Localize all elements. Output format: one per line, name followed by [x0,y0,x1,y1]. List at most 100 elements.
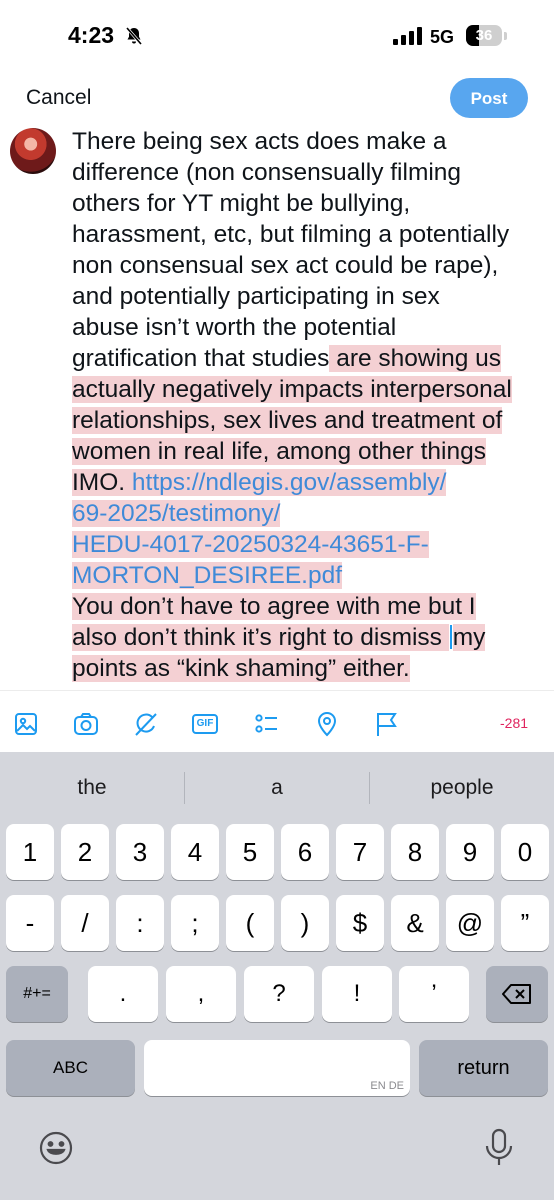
text-line: non consensual sex act could be rape), [72,250,548,281]
link-text[interactable]: 69-2025/testimony/ [72,500,281,527]
avatar[interactable] [10,128,56,174]
battery-level: 36 [475,27,493,44]
key-row3-4[interactable]: ’ [399,966,469,1022]
text-line: points as “kink shaming” either. [72,653,548,684]
text-segment: and potentially participating in sex [72,283,440,310]
selected-text: are showing us [329,345,502,372]
selected-text: also don’t think it’s right to dismiss [72,624,449,651]
key-row1-6[interactable]: 7 [336,824,384,880]
link-text[interactable]: HEDU-4017-20250324-43651-F- [72,531,429,558]
post-button[interactable]: Post [450,78,528,118]
key-row2-8[interactable]: @ [446,895,494,951]
key-row1-2[interactable]: 3 [116,824,164,880]
link-text[interactable]: https://ndlegis.gov/assembly/ [131,469,447,496]
key-row1-0[interactable]: 1 [6,824,54,880]
text-line: There being sex acts does make a [72,126,548,157]
cancel-button[interactable]: Cancel [26,86,91,110]
network-type: 5G [430,27,455,47]
key-row2-2[interactable]: : [116,895,164,951]
suggestion-1[interactable]: the [0,752,184,824]
key-row2-1[interactable]: / [61,895,109,951]
camera-icon[interactable] [72,710,100,738]
bell-muted-icon [125,27,143,45]
selected-text: actually negatively impacts interpersona… [72,376,512,403]
key-row1-3[interactable]: 4 [171,824,219,880]
divider [0,690,554,691]
text-cursor [449,625,452,649]
signal-icon [393,27,422,45]
keyboard: the a people 1234567890 - /:;() $ & @” #+= .… [0,752,554,1200]
text-segment: harassment, etc, but filming a potential… [72,221,510,248]
key-row3-1[interactable]: , [166,966,236,1022]
text-line: gratification that studies are showing u… [72,343,548,374]
tweet-text-editor[interactable]: There being sex acts does make a differen… [72,126,548,684]
text-segment: difference (non consensually filming [72,159,462,186]
poll-icon[interactable] [252,710,280,738]
key-row1-7[interactable]: 8 [391,824,439,880]
abc-key[interactable]: ABC [6,1040,135,1096]
key-row3-3[interactable]: ! [322,966,392,1022]
key-row2-0[interactable]: - [6,895,54,951]
grok-icon[interactable] [132,710,160,738]
text-line: and potentially participating in sex [72,281,548,312]
key-row2-5[interactable]: ) [281,895,329,951]
return-key[interactable]: return [419,1040,548,1096]
selected-text: IMO. [72,469,132,496]
battery-icon: 36 [466,25,502,46]
text-line: difference (non consensually filming [72,157,548,188]
text-line: actually negatively impacts interpersona… [72,374,548,405]
character-count: -281 [500,715,529,731]
key-row1-8[interactable]: 9 [446,824,494,880]
text-segment: non consensual sex act could be rape), [72,252,499,279]
selected-text: relationships, sex lives and treatment o… [72,407,503,434]
suggestion-2[interactable]: a [185,752,369,824]
microphone-icon[interactable] [484,1128,514,1168]
text-line: You don’t have to agree with me but I [72,591,548,622]
key-row1-9[interactable]: 0 [501,824,549,880]
selected-text: You don’t have to agree with me but I [72,593,476,620]
key-row2-7[interactable]: & [391,895,439,951]
compose-toolbar: GIF [0,700,554,748]
key-row2-6[interactable]: $ [336,895,384,951]
key-row1-1[interactable]: 2 [61,824,109,880]
status-bar: 4:23 5G 36 [0,0,554,72]
text-segment: abuse isn’t worth the potential [72,314,397,341]
selected-text: my [452,624,486,651]
key-row2-4[interactable]: ( [226,895,274,951]
key-row1-5[interactable]: 6 [281,824,329,880]
text-line: relationships, sex lives and treatment o… [72,405,548,436]
selected-text: points as “kink shaming” either. [72,655,410,682]
image-icon[interactable] [12,710,40,738]
suggestion-3[interactable]: people [370,752,554,824]
status-time: 4:23 [68,22,115,48]
space-key[interactable]: EN DE [144,1040,410,1096]
emoji-icon[interactable] [38,1130,74,1166]
flag-icon[interactable] [373,710,401,738]
text-segment: others for YT might be bullying, [72,190,411,217]
gif-icon[interactable]: GIF [192,714,218,734]
selected-text: women in real life, among other things [72,438,486,465]
key-row2-9[interactable]: ” [501,895,549,951]
text-line: HEDU-4017-20250324-43651-F- [72,529,548,560]
text-segment: gratification that studies [72,345,330,372]
text-line: women in real life, among other things [72,436,548,467]
more-symbols-key[interactable]: #+= [6,966,68,1022]
text-line: also don’t think it’s right to dismiss m… [72,622,548,653]
text-line: harassment, etc, but filming a potential… [72,219,548,250]
text-line: MORTON_DESIREE.pdf [72,560,548,591]
keyboard-languages: EN DE [370,1080,404,1092]
backspace-key[interactable] [486,966,548,1022]
key-row3-0[interactable]: . [88,966,158,1022]
key-row2-3[interactable]: ; [171,895,219,951]
text-line: 69-2025/testimony/ [72,498,548,529]
battery-nub [504,32,507,40]
backspace-icon [502,984,531,1004]
text-line: IMO. https://ndlegis.gov/assembly/ [72,467,548,498]
text-segment: There being sex acts does make a [72,128,447,155]
text-line: others for YT might be bullying, [72,188,548,219]
link-text[interactable]: MORTON_DESIREE.pdf [72,562,343,589]
location-icon[interactable] [313,710,341,738]
text-line: abuse isn’t worth the potential [72,312,548,343]
key-row1-4[interactable]: 5 [226,824,274,880]
key-row3-2[interactable]: ? [244,966,314,1022]
